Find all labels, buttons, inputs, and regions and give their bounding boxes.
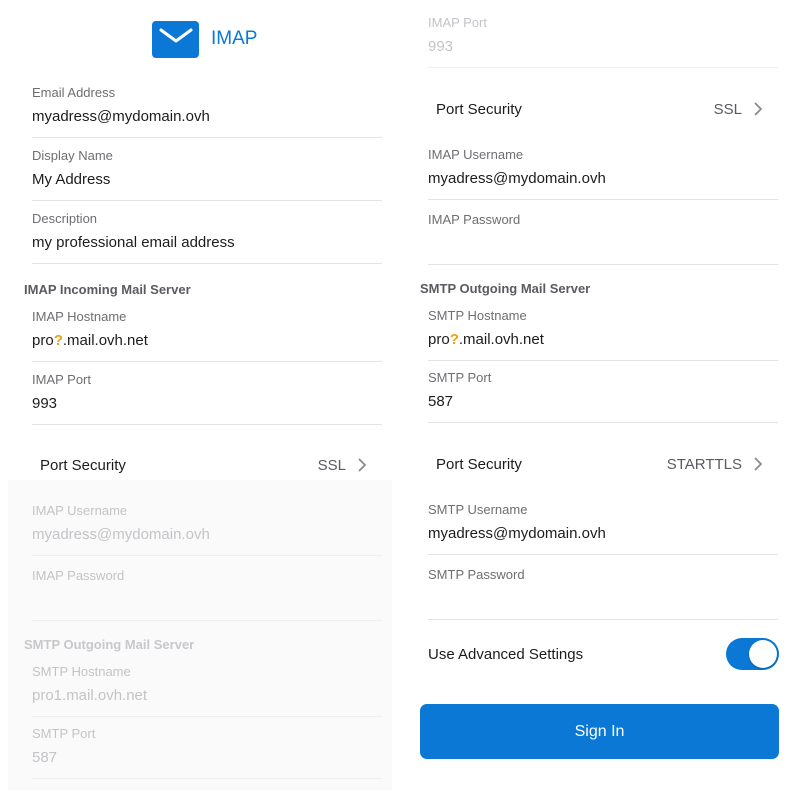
imap-hostname-label: IMAP Hostname — [32, 309, 127, 324]
question-mark-icon: ? — [53, 332, 63, 349]
advanced-settings-toggle[interactable] — [726, 638, 779, 670]
hostname-prefix: pro — [32, 332, 54, 349]
smtp-hostname-label: SMTP Hostname — [32, 664, 131, 679]
smtp-hostname-value[interactable]: pro1.mail.ovh.net — [32, 687, 147, 704]
imap-username-value[interactable]: myadress@mydomain.ovh — [428, 170, 606, 187]
smtp-port-security-label: Port Security — [436, 455, 522, 473]
smtp-port-field[interactable]: SMTP Port 587 — [428, 360, 778, 423]
imap-port-value[interactable]: 993 — [32, 395, 57, 412]
smtp-port-value[interactable]: 587 — [32, 749, 57, 766]
account-type-title: IMAP — [211, 28, 258, 49]
hostname-prefix: pro — [428, 331, 450, 348]
display-name-field[interactable]: Display Name My Address — [32, 138, 382, 201]
smtp-port-label: SMTP Port — [32, 726, 96, 741]
smtp-hostname-label: SMTP Hostname — [428, 308, 527, 323]
description-value[interactable]: my professional email address — [32, 234, 235, 251]
description-field[interactable]: Description my professional email addres… — [32, 201, 382, 264]
imap-password-field[interactable]: IMAP Password — [428, 202, 778, 265]
imap-port-value[interactable]: 993 — [428, 38, 453, 55]
imap-port-field[interactable]: IMAP Port 993 — [32, 362, 382, 425]
mail-icon — [152, 20, 199, 58]
imap-username-field[interactable]: IMAP Username myadress@mydomain.ovh — [428, 137, 778, 200]
email-address-label: Email Address — [32, 85, 116, 100]
display-name-value[interactable]: My Address — [32, 171, 110, 188]
smtp-hostname-field[interactable]: SMTP Hostname pro1.mail.ovh.net — [32, 654, 382, 717]
chevron-right-icon — [358, 458, 366, 472]
smtp-port-value[interactable]: 587 — [428, 393, 453, 410]
port-security-label: Port Security — [436, 100, 522, 118]
hostname-suffix: .mail.ovh.net — [458, 331, 544, 348]
outgoing-server-heading: SMTP Outgoing Mail Server — [420, 281, 591, 296]
smtp-port-field[interactable]: SMTP Port 587 — [32, 716, 382, 779]
account-header: IMAP — [152, 20, 257, 58]
port-security-value: SSL — [317, 456, 346, 474]
imap-password-label: IMAP Password — [32, 568, 125, 583]
chevron-right-icon — [754, 102, 762, 116]
imap-port-field[interactable]: IMAP Port 993 — [428, 5, 778, 68]
incoming-server-heading: IMAP Incoming Mail Server — [24, 282, 191, 297]
smtp-username-label: SMTP Username — [428, 502, 528, 517]
imap-port-label: IMAP Port — [32, 372, 92, 387]
email-address-value[interactable]: myadress@mydomain.ovh — [32, 108, 210, 125]
imap-password-field[interactable]: IMAP Password — [32, 558, 382, 621]
email-address-field[interactable]: Email Address myadress@mydomain.ovh — [32, 75, 382, 138]
imap-password-label: IMAP Password — [428, 212, 521, 227]
smtp-password-field[interactable]: SMTP Password — [428, 557, 778, 620]
imap-username-value[interactable]: myadress@mydomain.ovh — [32, 526, 210, 543]
smtp-port-label: SMTP Port — [428, 370, 492, 385]
display-name-label: Display Name — [32, 148, 113, 163]
description-label: Description — [32, 211, 98, 226]
imap-hostname-value[interactable]: pro?.mail.ovh.net — [32, 332, 148, 349]
smtp-port-security-value: STARTTLS — [666, 455, 742, 473]
smtp-password-label: SMTP Password — [428, 567, 525, 582]
imap-username-label: IMAP Username — [32, 503, 128, 518]
port-security-row[interactable]: Port Security SSL — [436, 80, 763, 138]
imap-username-label: IMAP Username — [428, 147, 524, 162]
question-mark-icon: ? — [449, 331, 459, 348]
imap-port-label: IMAP Port — [428, 15, 488, 30]
outgoing-server-heading: SMTP Outgoing Mail Server — [24, 637, 195, 652]
advanced-settings-label: Use Advanced Settings — [428, 645, 584, 663]
port-security-row[interactable]: Port Security SSL — [40, 436, 367, 494]
smtp-username-value[interactable]: myadress@mydomain.ovh — [428, 525, 606, 542]
toggle-knob — [749, 640, 777, 668]
imap-hostname-field[interactable]: IMAP Hostname pro?.mail.ovh.net — [32, 299, 382, 362]
sign-in-button[interactable]: Sign In — [420, 704, 779, 759]
smtp-hostname-field[interactable]: SMTP Hostname pro?.mail.ovh.net — [428, 298, 778, 361]
smtp-hostname-value[interactable]: pro?.mail.ovh.net — [428, 331, 544, 348]
smtp-username-field[interactable]: SMTP Username myadress@mydomain.ovh — [428, 492, 778, 555]
port-security-label: Port Security — [40, 456, 126, 474]
right-screen: IMAP Port 993 Port Security SSL IMAP Use… — [400, 0, 800, 800]
chevron-right-icon — [754, 457, 762, 471]
hostname-suffix: .mail.ovh.net — [62, 332, 148, 349]
left-screen: IMAP Email Address myadress@mydomain.ovh… — [0, 0, 400, 800]
imap-username-field[interactable]: IMAP Username myadress@mydomain.ovh — [32, 493, 382, 556]
port-security-value: SSL — [713, 100, 742, 118]
smtp-port-security-row[interactable]: Port Security STARTTLS — [436, 435, 763, 493]
